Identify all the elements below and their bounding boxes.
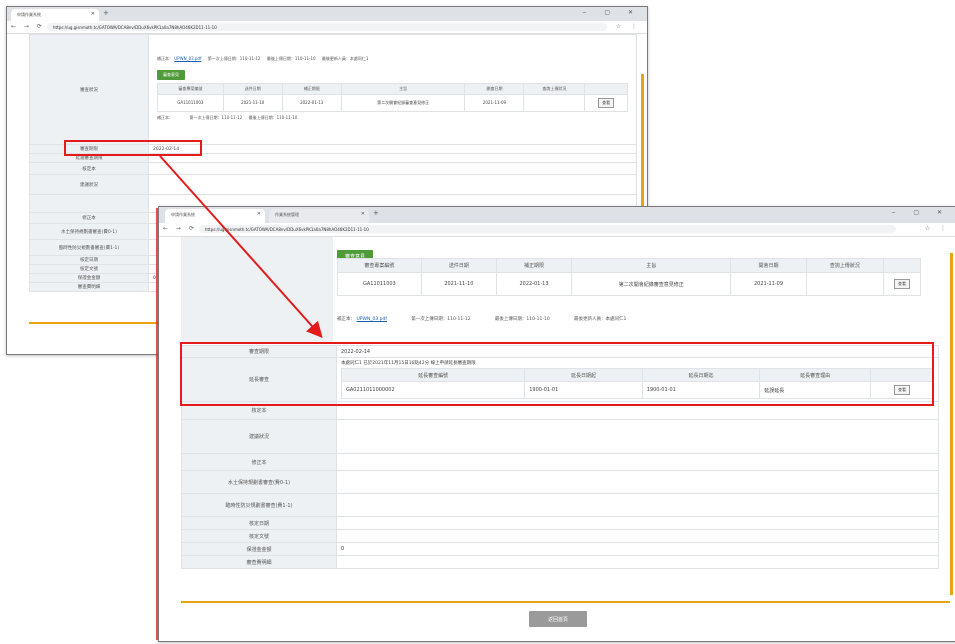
annotation-arrow — [156, 155, 323, 640]
